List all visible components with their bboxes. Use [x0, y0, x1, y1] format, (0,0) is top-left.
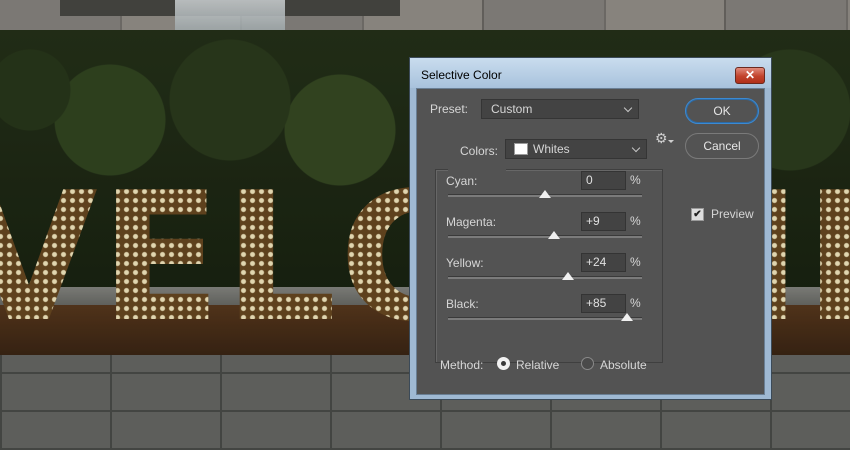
preset-label: Preset: — [430, 102, 469, 116]
cyan-slider-thumb[interactable] — [539, 190, 551, 198]
preset-value: Custom — [491, 102, 533, 116]
preset-dropdown[interactable]: Custom — [481, 99, 639, 119]
chevron-down-icon — [631, 143, 641, 153]
magenta-slider-track[interactable] — [448, 235, 642, 238]
preview-checkbox[interactable]: ✔ — [691, 208, 704, 221]
colors-label: Colors: — [460, 144, 499, 158]
black-slider-thumb[interactable] — [621, 313, 634, 321]
gear-icon[interactable]: ⚙ — [655, 131, 674, 145]
black-value-field[interactable]: +85 — [581, 294, 626, 313]
yellow-slider-track[interactable] — [448, 276, 642, 279]
color-swatch — [514, 143, 528, 155]
black-slider-track[interactable] — [448, 317, 642, 320]
percent-sign: % — [630, 173, 641, 187]
magenta-slider-thumb[interactable] — [547, 231, 560, 239]
checkmark-icon: ✔ — [693, 209, 702, 220]
absolute-option-label: Absolute — [600, 358, 647, 372]
dialog-title: Selective Color — [421, 68, 502, 82]
percent-sign: % — [630, 255, 641, 269]
slider-label: Cyan: — [446, 174, 478, 188]
chevron-down-icon — [623, 103, 633, 113]
percent-sign: % — [630, 296, 641, 310]
colors-dropdown[interactable]: Whites — [505, 139, 647, 159]
magenta-value-field[interactable]: +9 — [581, 212, 626, 231]
dialog-titlebar[interactable]: Selective Color ✕ — [410, 58, 771, 88]
cyan-value-field[interactable]: 0 — [581, 171, 626, 190]
slider-label: Magenta: — [446, 215, 497, 229]
preview-label: Preview — [711, 207, 754, 221]
close-icon: ✕ — [744, 68, 756, 82]
absolute-radio[interactable] — [581, 357, 594, 370]
yellow-value-field[interactable]: +24 — [581, 253, 626, 272]
group-label-gap — [448, 167, 506, 173]
slider-label: Yellow: — [446, 256, 484, 270]
cancel-button[interactable]: Cancel — [685, 133, 759, 159]
ok-button[interactable]: OK — [685, 98, 759, 124]
relative-option-label: Relative — [516, 358, 560, 372]
colors-value: Whites — [533, 142, 570, 156]
method-label: Method: — [440, 358, 484, 372]
yellow-slider-thumb[interactable] — [562, 272, 575, 280]
selective-color-dialog: Selective Color ✕ Preset: Custom ⚙ OK Ca… — [409, 57, 772, 400]
relative-radio[interactable] — [497, 357, 510, 370]
close-button[interactable]: ✕ — [735, 67, 765, 84]
slider-label: Black: — [446, 297, 479, 311]
dialog-body: Preset: Custom ⚙ OK Cancel ✔ Preview Col… — [416, 88, 765, 395]
percent-sign: % — [630, 214, 641, 228]
